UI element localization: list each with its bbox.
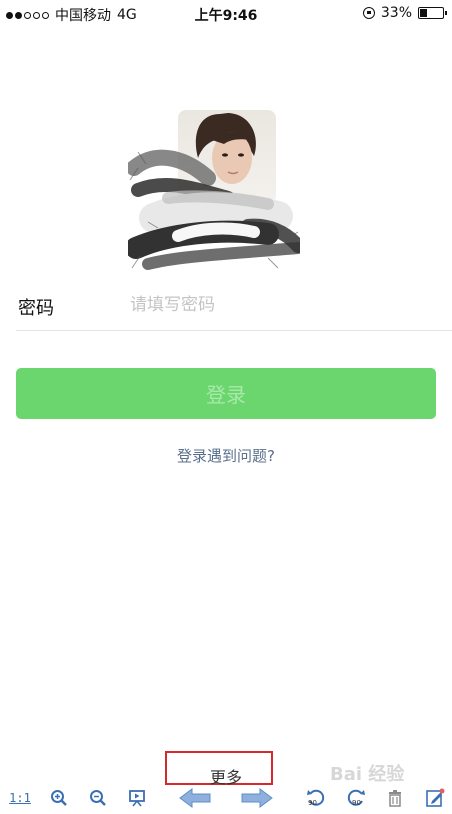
edit-button[interactable] xyxy=(424,786,446,810)
status-bar: 中国移动 4G 上午9:46 33% xyxy=(0,0,452,28)
user-avatar xyxy=(128,108,300,280)
delete-button[interactable] xyxy=(384,786,406,810)
zoom-out-icon xyxy=(90,790,106,806)
zoom-in-button[interactable] xyxy=(48,786,70,810)
next-button[interactable] xyxy=(240,786,274,810)
battery-fill xyxy=(420,9,427,17)
delete-icon xyxy=(389,790,401,807)
battery-icon xyxy=(418,7,447,19)
previous-arrow-icon xyxy=(179,788,211,808)
slideshow-icon xyxy=(129,790,145,807)
password-input[interactable] xyxy=(130,290,430,320)
actual-size-button[interactable]: 1:1 xyxy=(8,786,32,810)
next-arrow-icon xyxy=(241,788,273,808)
slideshow-button[interactable] xyxy=(126,786,148,810)
edit-icon xyxy=(426,788,445,807)
zoom-in-icon xyxy=(51,790,67,806)
battery-percent: 33% xyxy=(380,5,412,21)
viewer-toolbar: 1:1 90 90 xyxy=(0,786,452,810)
rotate-right-button[interactable]: 90 xyxy=(344,786,368,810)
login-button[interactable]: 登录 xyxy=(16,368,436,419)
password-label: 密码 xyxy=(18,298,54,319)
zoom-out-button[interactable] xyxy=(87,786,109,810)
login-help-link[interactable]: 登录遇到问题? xyxy=(0,445,452,466)
rotate-right-label: 90 xyxy=(352,799,361,807)
rotation-lock-icon xyxy=(362,7,375,19)
more-link[interactable]: 更多 xyxy=(0,764,452,788)
actual-size-label: 1:1 xyxy=(9,791,31,805)
rotate-left-label: 90 xyxy=(308,799,317,807)
divider xyxy=(16,330,452,331)
previous-button[interactable] xyxy=(178,786,212,810)
password-row: 密码 xyxy=(0,280,452,331)
rotate-left-button[interactable]: 90 xyxy=(304,786,328,810)
